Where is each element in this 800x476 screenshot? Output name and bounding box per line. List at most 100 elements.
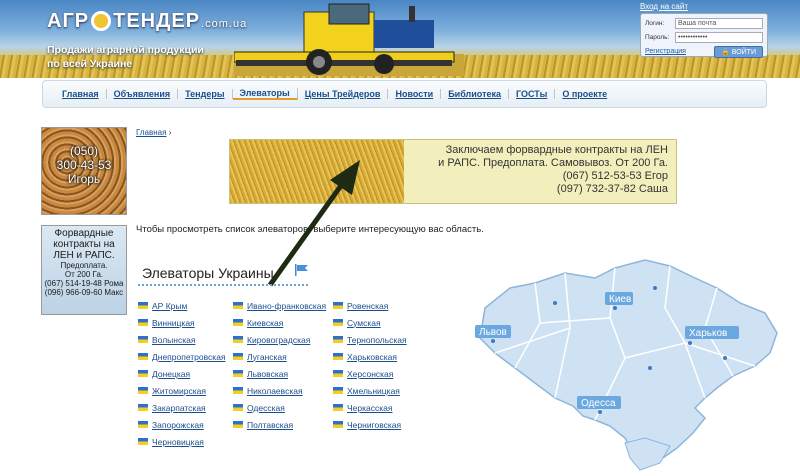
region-link[interactable]: Луганская	[247, 352, 287, 362]
register-link[interactable]: Регистрация	[645, 48, 686, 55]
region-item[interactable]: Житомирская	[138, 382, 226, 399]
city-dot	[491, 339, 495, 343]
ad2-line: контракты на	[53, 239, 115, 250]
region-item[interactable]: Черниговская	[333, 416, 407, 433]
region-item[interactable]: Волынская	[138, 331, 226, 348]
region-item[interactable]: Хмельницкая	[333, 382, 407, 399]
region-item[interactable]: Луганская	[233, 348, 326, 365]
region-link[interactable]: Винницкая	[152, 318, 195, 328]
region-link[interactable]: Тернопольская	[347, 335, 407, 345]
banner-line: (067) 512-53-53 Егор	[562, 170, 668, 182]
region-item[interactable]: Львовская	[233, 365, 326, 382]
login-button[interactable]: 🔒 ВОЙТИ	[714, 45, 763, 58]
region-item[interactable]: Полтавская	[233, 416, 326, 433]
region-link[interactable]: Черкасская	[347, 403, 393, 413]
breadcrumb-home[interactable]: Главная	[136, 128, 166, 137]
ad2-line: (096) 966-09-60 Макс	[44, 288, 124, 297]
region-link[interactable]: Николаевская	[247, 386, 303, 396]
flag-icon	[295, 264, 308, 276]
regions-column-3: Ровенская Сумская Тернопольская Харьковс…	[333, 297, 407, 433]
ukraine-flag-icon	[233, 319, 243, 326]
region-link[interactable]: Закарпатская	[152, 403, 206, 413]
map-label-odessa[interactable]: Одесса	[581, 398, 616, 409]
combine-harvester-image	[234, 3, 464, 76]
ad2-line: От 200 Га.	[64, 270, 104, 279]
ukraine-map[interactable]: Киев Львов Харьков Одесса	[455, 248, 785, 473]
region-link[interactable]: Черновицкая	[152, 437, 204, 447]
region-item[interactable]: Винницкая	[138, 314, 226, 331]
banner-line: Заключаем форвардные контракты на ЛЕН	[445, 144, 668, 156]
banner-line: и РАПС. Предоплата. Самовывоз. От 200 Га…	[438, 157, 668, 169]
region-link[interactable]: Черниговская	[347, 420, 401, 430]
region-item[interactable]: Харьковская	[333, 348, 407, 365]
region-link[interactable]: Ивано-франковская	[247, 301, 326, 311]
side-ad-flax[interactable]: Форвардные контракты на ЛЕН и РАПС. Пред…	[41, 225, 127, 315]
ukraine-flag-icon	[138, 302, 148, 309]
login-input[interactable]: Ваша почта	[675, 18, 763, 29]
logo-text-left: АГР	[47, 9, 90, 32]
region-item[interactable]: Ровенская	[333, 297, 407, 314]
nav-gosts[interactable]: ГОСТы	[509, 89, 556, 99]
region-item[interactable]: Николаевская	[233, 382, 326, 399]
region-item[interactable]: Тернопольская	[333, 331, 407, 348]
region-link[interactable]: Полтавская	[247, 420, 293, 430]
ukraine-map-outline[interactable]	[479, 259, 778, 469]
site-logo[interactable]: АГР ТЕНДЕР .com.ua	[47, 9, 247, 33]
region-item[interactable]: Черновицкая	[138, 433, 226, 450]
region-link[interactable]: Киевская	[247, 318, 283, 328]
login-title[interactable]: Вход на сайт	[640, 2, 768, 11]
nav-library[interactable]: Библиотека	[441, 89, 509, 99]
nav-elevators[interactable]: Элеваторы	[232, 88, 298, 100]
ukraine-flag-icon	[138, 353, 148, 360]
region-item[interactable]: Кировоградская	[233, 331, 326, 348]
ukraine-flag-icon	[233, 404, 243, 411]
site-header: АГР ТЕНДЕР .com.ua Продажи аграрной прод…	[0, 0, 800, 78]
region-item[interactable]: Днепропетровская	[138, 348, 226, 365]
map-label-kiev[interactable]: Киев	[609, 294, 631, 305]
city-dot	[613, 306, 617, 310]
city-dot	[688, 341, 692, 345]
region-item[interactable]: Херсонская	[333, 365, 407, 382]
region-item[interactable]: АР Крым	[138, 297, 226, 314]
region-link[interactable]: Ровенская	[347, 301, 388, 311]
region-link[interactable]: Львовская	[247, 369, 288, 379]
nav-listings[interactable]: Объявления	[107, 89, 179, 99]
region-item[interactable]: Донецкая	[138, 365, 226, 382]
login-panel: Вход на сайт Логин: Ваша почта Пароль: •…	[640, 2, 768, 58]
region-link[interactable]: Кировоградская	[247, 335, 310, 345]
regions-column-2: Ивано-франковская Киевская Кировоградска…	[233, 297, 326, 433]
region-link[interactable]: Харьковская	[347, 352, 397, 362]
region-item[interactable]: Черкасская	[333, 399, 407, 416]
region-link[interactable]: Донецкая	[152, 369, 190, 379]
region-link[interactable]: Сумская	[347, 318, 381, 328]
logo-text-right: ТЕНДЕР	[113, 9, 201, 32]
region-link[interactable]: Хмельницкая	[347, 386, 400, 396]
ukraine-flag-icon	[333, 319, 343, 326]
city-dot	[653, 286, 657, 290]
region-link[interactable]: Херсонская	[347, 369, 393, 379]
password-input[interactable]: ••••••••••••	[675, 32, 763, 43]
sun-icon	[91, 11, 112, 31]
region-item[interactable]: Ивано-франковская	[233, 297, 326, 314]
region-item[interactable]: Одесская	[233, 399, 326, 416]
nav-tenders[interactable]: Тендеры	[178, 89, 233, 99]
nav-trader-prices[interactable]: Цены Трейдеров	[298, 89, 389, 99]
region-item[interactable]: Запорожская	[138, 416, 226, 433]
region-link[interactable]: Днепропетровская	[152, 352, 226, 362]
nav-news[interactable]: Новости	[388, 89, 442, 99]
map-label-kharkiv[interactable]: Харьков	[689, 328, 727, 339]
ukraine-flag-icon	[138, 336, 148, 343]
side-ad-phone[interactable]: (050) 300-43-53 Игорь	[41, 127, 127, 215]
nav-about[interactable]: О проекте	[555, 89, 614, 99]
region-link[interactable]: Волынская	[152, 335, 195, 345]
map-label-lviv[interactable]: Львов	[479, 327, 507, 338]
region-item[interactable]: Закарпатская	[138, 399, 226, 416]
arrow-annotation-icon	[267, 160, 360, 287]
region-item[interactable]: Сумская	[333, 314, 407, 331]
region-link[interactable]: АР Крым	[152, 301, 187, 311]
region-link[interactable]: Запорожская	[152, 420, 204, 430]
region-link[interactable]: Житомирская	[152, 386, 206, 396]
region-item[interactable]: Киевская	[233, 314, 326, 331]
nav-home[interactable]: Главная	[55, 89, 107, 99]
region-link[interactable]: Одесская	[247, 403, 285, 413]
